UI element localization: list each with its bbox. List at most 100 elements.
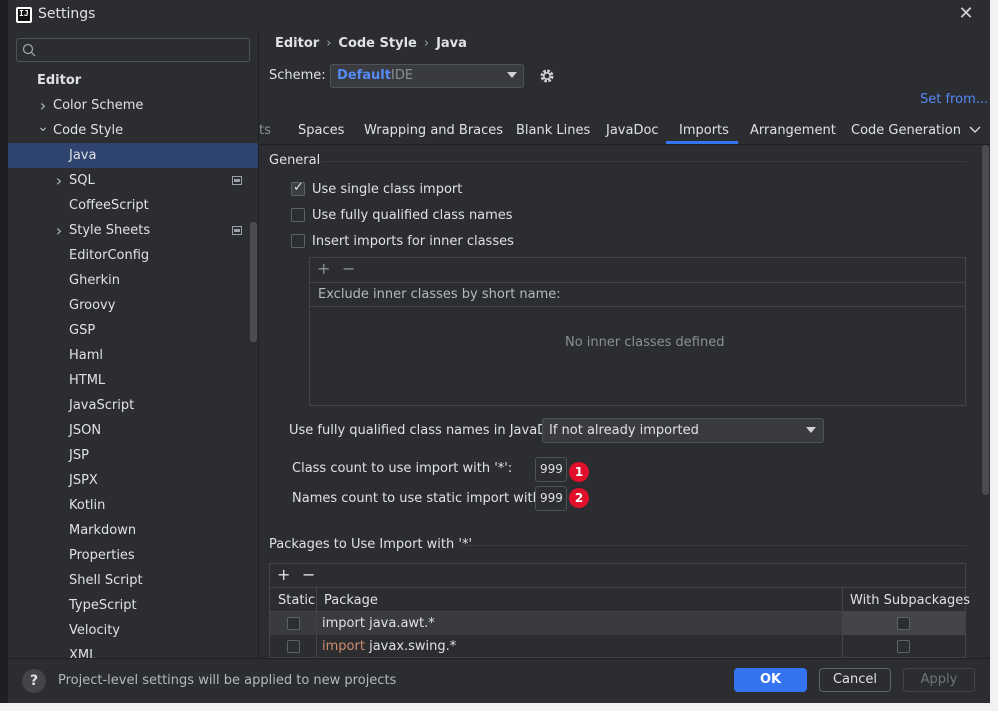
subpackages-checkbox[interactable]: [897, 617, 910, 630]
intellij-logo-icon: IJ: [16, 7, 32, 23]
static-checkbox[interactable]: [287, 640, 300, 653]
class-count-label: Class count to use import with '*':: [292, 461, 513, 476]
static-count-label: Names count to use static import with '*…: [292, 491, 564, 506]
sidebar-item-groovy[interactable]: Groovy: [8, 293, 258, 318]
inner-classes-checkbox[interactable]: [291, 234, 305, 248]
column-header-subpackages[interactable]: With Subpackages: [850, 593, 970, 608]
sidebar-item-properties[interactable]: Properties: [8, 543, 258, 568]
chevron-down-icon[interactable]: [968, 122, 982, 138]
set-from-link[interactable]: Set from...: [920, 92, 988, 107]
chevron-right-icon[interactable]: ›: [53, 168, 65, 193]
sidebar-item-java[interactable]: Java: [8, 143, 258, 168]
single-class-import-checkbox[interactable]: [291, 180, 305, 196]
sidebar-item-gsp[interactable]: GSP: [8, 318, 258, 343]
breadcrumb: Editor › Code Style › Java: [275, 36, 467, 51]
inner-classes-label: Insert imports for inner classes: [312, 234, 514, 249]
apply-button[interactable]: Apply: [903, 668, 975, 692]
sidebar-item-code-style[interactable]: ⌄ Code Style: [8, 118, 258, 143]
sidebar-item-jspx[interactable]: JSPX: [8, 468, 258, 493]
background-bottom: [0, 703, 998, 711]
single-class-import-label: Use single class import: [312, 182, 463, 197]
sidebar-item-label: EditorConfig: [69, 248, 150, 263]
sidebar-item-editorconfig[interactable]: EditorConfig: [8, 243, 258, 268]
chevron-right-icon[interactable]: ›: [37, 93, 49, 118]
package-cell: import java.awt.*: [322, 616, 435, 631]
sidebar-item-shell-script[interactable]: Shell Script: [8, 568, 258, 593]
cancel-button[interactable]: Cancel: [819, 668, 891, 692]
subpackages-checkbox[interactable]: [897, 640, 910, 653]
sidebar-item-color-scheme[interactable]: › Color Scheme: [8, 93, 258, 118]
sidebar-item-json[interactable]: JSON: [8, 418, 258, 443]
sidebar-item-style-sheets[interactable]: › Style Sheets: [8, 218, 258, 243]
sidebar-item-label: Properties: [69, 548, 135, 563]
static-checkbox[interactable]: [287, 617, 300, 630]
breadcrumb-editor[interactable]: Editor: [275, 36, 319, 51]
breadcrumb-java: Java: [436, 36, 467, 51]
sidebar-scrollbar[interactable]: [250, 222, 257, 342]
remove-icon[interactable]: −: [342, 259, 355, 278]
section-divider: [461, 545, 966, 546]
project-scope-icon: [232, 176, 242, 185]
sidebar-item-editor[interactable]: Editor: [8, 68, 258, 93]
column-header-package[interactable]: Package: [324, 593, 378, 608]
chevron-right-icon[interactable]: ›: [53, 218, 65, 243]
sidebar-item-html[interactable]: HTML: [8, 368, 258, 393]
sidebar-item-label: TypeScript: [69, 598, 137, 613]
tab-blank-lines[interactable]: Blank Lines: [516, 123, 590, 138]
tab-javadoc[interactable]: JavaDoc: [606, 123, 659, 138]
sidebar-item-typescript[interactable]: TypeScript: [8, 593, 258, 618]
sidebar-item-haml[interactable]: Haml: [8, 343, 258, 368]
tab-code-generation[interactable]: Code Generation: [851, 123, 961, 138]
sidebar-item-label: Code Style: [53, 123, 124, 138]
breadcrumb-separator: ›: [423, 36, 430, 51]
sidebar-item-kotlin[interactable]: Kotlin: [8, 493, 258, 518]
fully-qualified-checkbox[interactable]: [291, 208, 305, 222]
sidebar-item-label: CoffeeScript: [69, 198, 149, 213]
chevron-down-icon[interactable]: ⌄: [37, 118, 49, 143]
column-divider: [842, 588, 843, 658]
sidebar-item-javascript[interactable]: JavaScript: [8, 393, 258, 418]
close-icon[interactable]: ✕: [956, 4, 976, 24]
ok-button[interactable]: OK: [734, 668, 807, 692]
column-header-static[interactable]: Static: [278, 593, 315, 608]
tab-wrapping-and-braces[interactable]: Wrapping and Braces: [364, 123, 503, 138]
javadoc-label: Use fully qualified class names in JavaD…: [289, 423, 567, 438]
app-icon-text: IJ: [19, 9, 29, 18]
sidebar-item-label: JSON: [69, 423, 102, 438]
breadcrumb-code-style[interactable]: Code Style: [338, 36, 416, 51]
tab-spaces[interactable]: Spaces: [298, 123, 344, 138]
sidebar-item-gherkin[interactable]: Gherkin: [8, 268, 258, 293]
tab-partial[interactable]: ts: [259, 123, 271, 138]
static-count-value: 999: [540, 491, 563, 505]
tab-arrangement[interactable]: Arrangement: [750, 123, 836, 138]
sidebar-item-velocity[interactable]: Velocity: [8, 618, 258, 643]
tab-imports[interactable]: Imports: [679, 123, 729, 138]
title-bar: [8, 0, 990, 30]
add-icon[interactable]: +: [277, 565, 290, 584]
scheme-scope: IDE: [391, 68, 414, 83]
scheme-value: Default: [337, 68, 391, 83]
sidebar-item-label: Editor: [37, 73, 82, 88]
sidebar-item-label: Velocity: [69, 623, 120, 638]
remove-icon[interactable]: −: [302, 565, 315, 584]
class-count-value: 999: [540, 462, 563, 476]
sidebar-item-label: Shell Script: [69, 573, 143, 588]
inner-classes-toolbar: [310, 258, 965, 283]
help-icon[interactable]: ?: [22, 669, 46, 693]
sidebar-item-coffeescript[interactable]: CoffeeScript: [8, 193, 258, 218]
gear-icon[interactable]: [538, 67, 556, 85]
background-left: [0, 0, 8, 711]
content-scrollbar[interactable]: [982, 145, 989, 495]
settings-sidebar: Editor › Color Scheme ⌄ Code Style Java › SQL Co…: [8, 68, 258, 658]
background-right: [990, 0, 998, 711]
javadoc-value: If not already imported: [549, 423, 699, 438]
import-keyword: import: [322, 639, 365, 654]
scheme-label: Scheme:: [269, 68, 326, 83]
annotation-badge: 2: [569, 488, 589, 508]
add-icon[interactable]: +: [317, 259, 330, 278]
sidebar-item-xml[interactable]: XML: [8, 643, 258, 658]
search-input[interactable]: [16, 38, 250, 62]
sidebar-item-jsp[interactable]: JSP: [8, 443, 258, 468]
sidebar-item-markdown[interactable]: Markdown: [8, 518, 258, 543]
sidebar-item-sql[interactable]: › SQL: [8, 168, 258, 193]
